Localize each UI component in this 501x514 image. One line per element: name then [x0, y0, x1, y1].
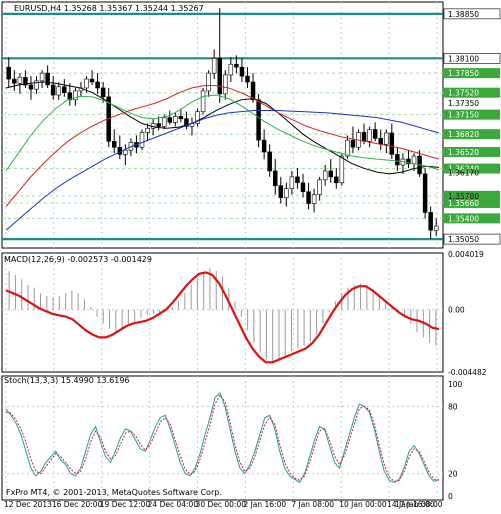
candle-body [245, 75, 250, 83]
x-tick-label: 30 Dec 00:00 [196, 500, 247, 509]
candle-body [278, 185, 284, 198]
candle-body [272, 170, 278, 187]
price-level-label: 1.37150 [448, 111, 479, 120]
candle-body [89, 78, 95, 83]
x-tick-label: 16 Dec 20:00 [52, 500, 103, 509]
x-tick-label: 10 Jan 00:00 [339, 500, 387, 509]
candle-body [28, 84, 34, 90]
candle-body [223, 74, 228, 95]
candle-body [178, 116, 184, 120]
stoch-y-tick: 80 [448, 402, 458, 411]
candle-body [161, 117, 167, 127]
candle-body [300, 182, 306, 192]
candle-body [334, 176, 339, 184]
candle-body [112, 141, 117, 148]
macd-title: MACD(12,26,9) -0.002573 -0.001429 [4, 255, 152, 264]
price-level-label: 1.35400 [448, 214, 479, 223]
candle-body [411, 155, 417, 165]
candle-body [139, 132, 145, 148]
x-tick-label: 7 Jan 08:00 [291, 500, 334, 509]
price-level-label: 1.36820 [448, 130, 479, 139]
candle-body [6, 66, 12, 80]
macd-y-tick: 0.00 [448, 306, 465, 315]
candle-body [295, 176, 300, 184]
x-tick-label: 12 Dec 2013 [4, 500, 52, 509]
x-tick-label: 2 Jan 16:00 [243, 500, 286, 509]
candle-body [17, 76, 23, 84]
candle-body [45, 72, 50, 86]
candle-body [284, 188, 289, 198]
stoch-y-tick: 20 [448, 470, 458, 479]
x-tick-label: 17 Jan 08:00 [395, 500, 443, 509]
candle-body [145, 127, 150, 133]
price-y-tick: 1.37350 [448, 99, 479, 108]
candle-body [311, 194, 317, 204]
candle-body [433, 225, 439, 231]
candle-body [389, 132, 395, 155]
candle-body [378, 138, 383, 145]
candle-body [428, 212, 433, 231]
candle-body [328, 170, 333, 178]
macd-y-tick: 0.004019 [448, 250, 484, 259]
chart-background [1, 1, 444, 501]
candle-body [289, 176, 295, 190]
candle-body [12, 78, 17, 84]
chart-svg: 12 Dec 2013 16 Dec 20:0019 Dec 12:0024 De… [1, 1, 501, 509]
candle-body [256, 99, 261, 141]
candle-body [395, 154, 400, 166]
candle-body [156, 123, 161, 127]
candle-body [322, 170, 328, 181]
price-title: EURUSD,H4 1.35268 1.35367 1.35244 1.3526… [14, 4, 204, 13]
stoch-y-tick: 0 [448, 492, 453, 501]
price-y-tick: 1.38850 [448, 10, 479, 19]
candle-body [317, 179, 322, 195]
candle-body [50, 84, 56, 96]
x-tick-label: 19 Dec 12:00 [100, 500, 151, 509]
candle-body [228, 63, 234, 76]
candle-body [211, 58, 217, 74]
x-tick-label: 24 Dec 04:00 [148, 500, 199, 509]
candle-body [250, 81, 256, 101]
price-y-tick: 1.38100 [448, 54, 479, 63]
price-level-label: 1.37520 [448, 89, 479, 98]
candle-body [123, 149, 128, 155]
price-frame [1, 1, 444, 249]
macd-frame [1, 252, 444, 373]
candle-body [167, 117, 173, 123]
stoch-y-tick: 100 [448, 380, 463, 389]
price-y-tick: 1.35780 [448, 192, 479, 201]
candle-body [361, 132, 367, 142]
candle-body [100, 87, 106, 98]
price-level-label: 1.37850 [448, 69, 479, 78]
candle-body [367, 129, 372, 142]
candle-body [217, 58, 222, 95]
footer-copyright: FxPro MT4, © 2001-2013, MetaQuotes Softw… [6, 488, 222, 497]
candle-body [62, 86, 67, 93]
candle-body [306, 191, 311, 204]
candle-body [95, 81, 100, 89]
price-y-tick: 1.36170 [448, 169, 479, 178]
stoch-title: Stoch(13,3,3) 15.4990 13.6196 [4, 376, 130, 385]
candle-body [267, 151, 272, 172]
candle-body [339, 155, 345, 184]
candle-body [350, 139, 356, 148]
candle-body [239, 66, 245, 77]
candle-body [345, 139, 350, 157]
candle-body [39, 72, 45, 82]
price-y-tick: 1.35050 [448, 235, 479, 244]
candle-body [200, 90, 206, 112]
candle-body [56, 86, 61, 96]
candle-body [206, 72, 211, 92]
mt4-chart-window: 12 Dec 2013 16 Dec 20:00 19 Dec 12:00 24 De… [0, 0, 501, 510]
candle-body [84, 78, 89, 89]
candle-body [422, 173, 428, 213]
macd-y-tick: -0.004482 [448, 368, 487, 377]
candle-body [173, 116, 178, 123]
candle-body [372, 129, 378, 139]
candle-body [384, 132, 389, 145]
candle-body [234, 63, 239, 68]
candle-body [261, 139, 267, 153]
price-level-label: 1.36520 [448, 148, 479, 157]
